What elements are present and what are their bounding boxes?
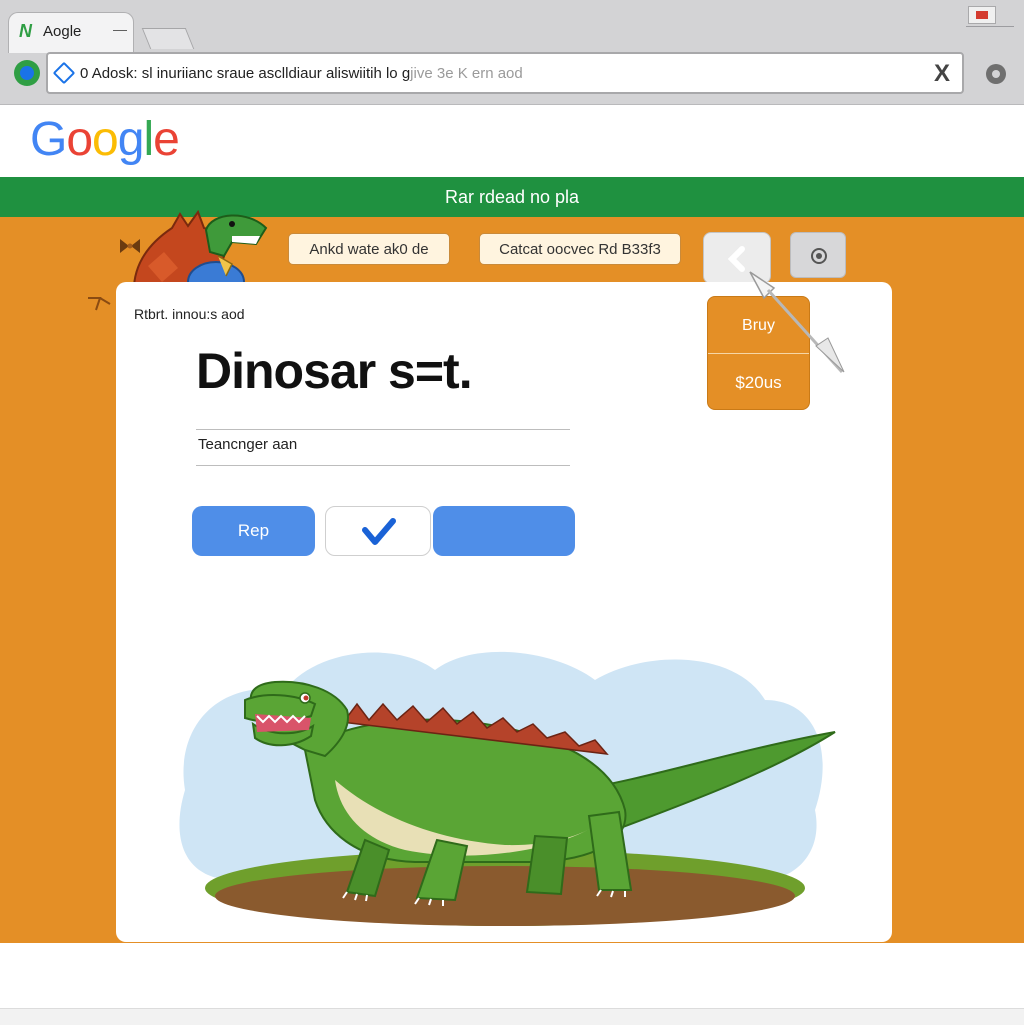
- window-close-button[interactable]: [968, 6, 996, 24]
- address-main: Adosk: sl inuriianc sraue asclldiaur ali…: [91, 65, 411, 82]
- submit-button[interactable]: [433, 506, 575, 556]
- browser-tab[interactable]: N Aogle —: [8, 12, 134, 53]
- browser-menu-icon[interactable]: [986, 64, 1006, 84]
- logo-letter: o: [92, 113, 119, 166]
- banner-text: Rar rdead no pla: [444, 187, 580, 207]
- dinosaur-illustration: [179, 651, 836, 926]
- filter-pill-1[interactable]: Ankd wate ak0 de: [288, 233, 450, 265]
- clear-address-icon[interactable]: X: [934, 60, 950, 88]
- eye-icon: [811, 248, 827, 264]
- page-title: Dinosar s=t.: [196, 343, 473, 399]
- logo-letter: l: [143, 113, 154, 166]
- status-strip: [0, 1008, 1024, 1025]
- filter-pill-2[interactable]: Catcat oocvec Rd B33f3: [479, 233, 681, 265]
- tab-favicon-icon: N: [19, 21, 32, 41]
- browser-chrome: N Aogle — 0 Adosk: sl inuriianc sraue as…: [0, 0, 1024, 105]
- address-faded: jive 3e K ern aod: [410, 65, 523, 82]
- logo-letter: e: [153, 113, 180, 166]
- text-field[interactable]: Teancnger aan: [198, 436, 297, 453]
- logo-letter: G: [30, 113, 67, 166]
- site-info-icon[interactable]: [52, 61, 76, 85]
- google-logo[interactable]: Google: [30, 112, 180, 167]
- field-border-bottom: [196, 465, 570, 466]
- logo-letter: o: [66, 113, 93, 166]
- card-caption: Rtbrt. innou:s aod: [134, 306, 245, 322]
- address-prefix: 0: [80, 65, 89, 82]
- field-border-top: [196, 429, 570, 430]
- small-arrow-icon: [88, 297, 111, 311]
- address-text: 0 Adosk: sl inuriianc sraue asclldiaur a…: [80, 65, 523, 82]
- new-tab-button[interactable]: [141, 28, 195, 49]
- logo-letter: g: [117, 113, 145, 166]
- browser-home-icon[interactable]: [14, 60, 40, 86]
- tab-title: Aogle: [43, 23, 82, 40]
- rep-button[interactable]: Rep: [192, 506, 315, 556]
- window-divider: [966, 26, 1014, 27]
- checkmark-icon: [362, 518, 396, 545]
- address-bar[interactable]: 0 Adosk: sl inuriianc sraue asclldiaur a…: [46, 52, 964, 94]
- pointer-cursor-icon: [749, 271, 845, 374]
- confirm-button[interactable]: [325, 506, 431, 556]
- tab-close-icon[interactable]: —: [113, 21, 127, 37]
